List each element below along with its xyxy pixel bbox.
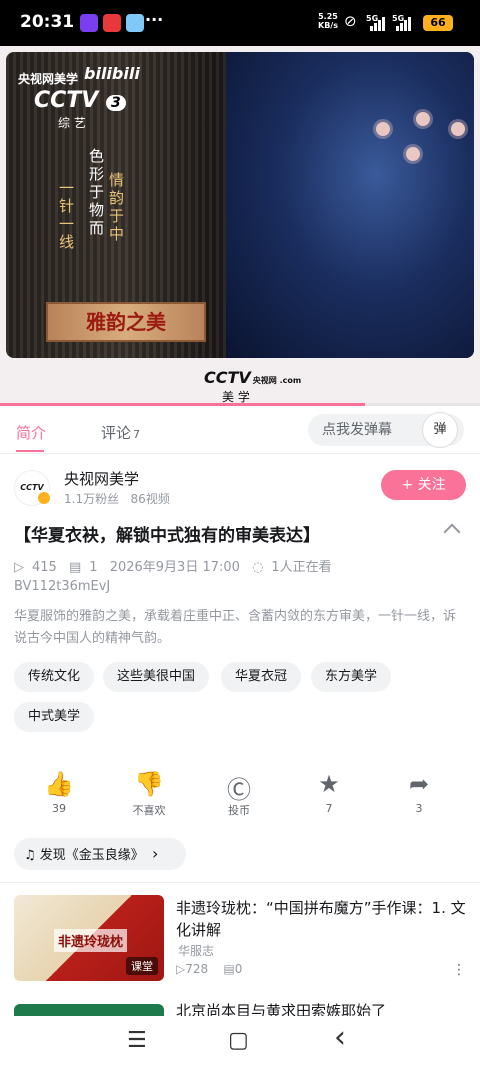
collapse-chevron-icon[interactable] <box>443 523 461 541</box>
back-button[interactable]: ‹ <box>334 1020 346 1055</box>
uploader-meta: 1.1万粉丝 86视频 <box>64 492 170 506</box>
like-icon: 👍 <box>44 770 74 798</box>
comments-count: 7 <box>133 428 141 441</box>
danmaku-count-icon: ▤ <box>223 962 235 976</box>
danmaku-count-icon: ▤ <box>68 560 82 575</box>
clock: 20:31 <box>20 12 75 32</box>
flower-button-decoration <box>406 147 420 161</box>
home-button[interactable]: ▢ <box>228 1028 249 1053</box>
share-button[interactable]: ➦ 3 <box>387 770 451 815</box>
video-player[interactable]: 央视网美学 bilibili CCTV 3 综 艺 一针一线 色形于物而 情韵于… <box>0 46 480 406</box>
bvid: BV112t36mEvJ <box>14 579 111 594</box>
recommended-thumbnail-next[interactable] <box>14 1004 164 1016</box>
cctv-channel-name: 综 艺 <box>58 116 86 130</box>
cctv-logo: CCTV 3 <box>34 88 126 113</box>
hotspot-icon: ⊘ <box>344 12 357 30</box>
app-notification-icon <box>126 14 144 32</box>
verified-badge-icon <box>38 492 50 504</box>
tab-comments[interactable]: 评论 7 <box>101 422 140 443</box>
video-frame[interactable]: 央视网美学 bilibili CCTV 3 综 艺 一针一线 色形于物而 情韵于… <box>6 52 474 358</box>
uploader-name[interactable]: 央视网美学 <box>64 468 139 489</box>
share-icon: ➦ <box>408 770 430 798</box>
tag-chip[interactable]: 中式美学 <box>14 702 95 732</box>
video-description: 华夏服饰的雅韵之美，承载着庄重中正、含蓄内敛的东方审美，一针一线，诉说古今中国人… <box>14 609 457 646</box>
recommended-thumbnail[interactable]: 非遗玲珑枕 课堂 <box>14 895 164 981</box>
overlay-text: 一针一线 <box>57 180 75 252</box>
more-options-icon[interactable]: ⋮ <box>452 962 466 978</box>
tab-intro[interactable]: 简介 <box>16 422 46 443</box>
play-count-icon: ▷ <box>176 962 186 976</box>
recommended-author: 华服志 <box>178 944 215 958</box>
music-discovery-chip[interactable]: ♫ 发现《金玉良缘》 › <box>14 838 186 870</box>
title-plaque: 雅韵之美 <box>46 302 206 342</box>
signal-icon <box>370 15 388 31</box>
tag-chip[interactable]: 东方美学 <box>311 662 392 692</box>
video-stats: ▷ 415 ▤ 1 2026年9月3日 17:00 ◌ 1人正在看 <box>14 556 340 575</box>
favorite-button[interactable]: ★ 7 <box>297 770 361 815</box>
bilibili-logo: bilibili <box>84 64 140 83</box>
play-count-icon: ▷ <box>14 560 24 575</box>
like-button[interactable]: 👍 39 <box>27 770 91 815</box>
signal-icon <box>396 15 414 31</box>
dislike-icon: 👎 <box>134 770 164 798</box>
status-bar: 20:31 ··· 5.25 KB/s ⊘ 5G 5G 66 <box>0 0 480 46</box>
qipao-dress-image <box>226 52 474 358</box>
danmaku-count: 1 <box>89 560 98 575</box>
divider <box>0 882 480 883</box>
recent-apps-button[interactable]: ☰ <box>127 1028 147 1053</box>
cctv-footer-logo: CCTV 央视网 .com <box>204 368 302 387</box>
uploader-section: CCTV 央视网美学 1.1万粉丝 86视频 + 关注 <box>0 458 480 514</box>
tag-chip[interactable]: 传统文化 <box>14 662 95 692</box>
battery-icon: 66 <box>423 15 453 31</box>
coin-icon: Ⓒ <box>227 776 251 804</box>
play-count: 415 <box>32 560 57 575</box>
watching-count: 1人正在看 <box>271 560 332 575</box>
publish-date: 2026年9月3日 17:00 <box>109 560 240 575</box>
overlay-text: 情韵于中 <box>107 172 125 244</box>
app-notification-icon <box>80 14 98 32</box>
tab-indicator <box>16 450 44 452</box>
thumbnail-text: 非遗玲珑枕 <box>54 929 128 952</box>
tag-chip[interactable]: 华夏衣冠 <box>221 662 302 692</box>
flower-button-decoration <box>451 122 465 136</box>
watching-icon: ◌ <box>252 560 264 575</box>
more-notifications-icon: ··· <box>145 10 164 29</box>
chevron-right-icon: › <box>151 844 159 863</box>
music-note-icon: ♫ <box>24 848 36 863</box>
flower-button-decoration <box>416 112 430 126</box>
system-nav-bar: ☰ ▢ ‹ <box>0 1016 480 1067</box>
overlay-text: 色形于物而 <box>87 148 105 238</box>
course-badge: 课堂 <box>126 957 158 975</box>
follow-button[interactable]: + 关注 <box>381 470 466 500</box>
music-text: 发现《金玉良缘》 <box>39 848 144 863</box>
app-notification-icon <box>103 14 121 32</box>
network-speed: 5.25 KB/s <box>318 12 338 30</box>
channel-logo-text: 央视网美学 <box>18 72 79 86</box>
recommended-stats: ▷728 ▤0 <box>176 962 243 976</box>
flower-button-decoration <box>376 122 390 136</box>
danmaku-toggle-button[interactable]: 弹 <box>422 412 458 448</box>
recommended-title[interactable]: 非遗玲珑枕：“中国拼布魔方”手作课：1. 文化讲解 <box>176 897 466 941</box>
tab-bar: 简介 评论 7 点我发弹幕 弹 <box>0 406 480 454</box>
coin-button[interactable]: Ⓒ 投币 <box>207 770 271 818</box>
tag-chip[interactable]: 这些美很中国 <box>103 662 210 692</box>
video-title: 【华夏衣袂，解锁中式独有的审美表达】 <box>14 526 320 546</box>
star-icon: ★ <box>318 770 340 798</box>
dislike-button[interactable]: 👎 不喜欢 <box>117 770 181 818</box>
recommended-title-next[interactable]: 北京尚本目与黄求田索嫉耶始了 <box>176 1000 466 1016</box>
